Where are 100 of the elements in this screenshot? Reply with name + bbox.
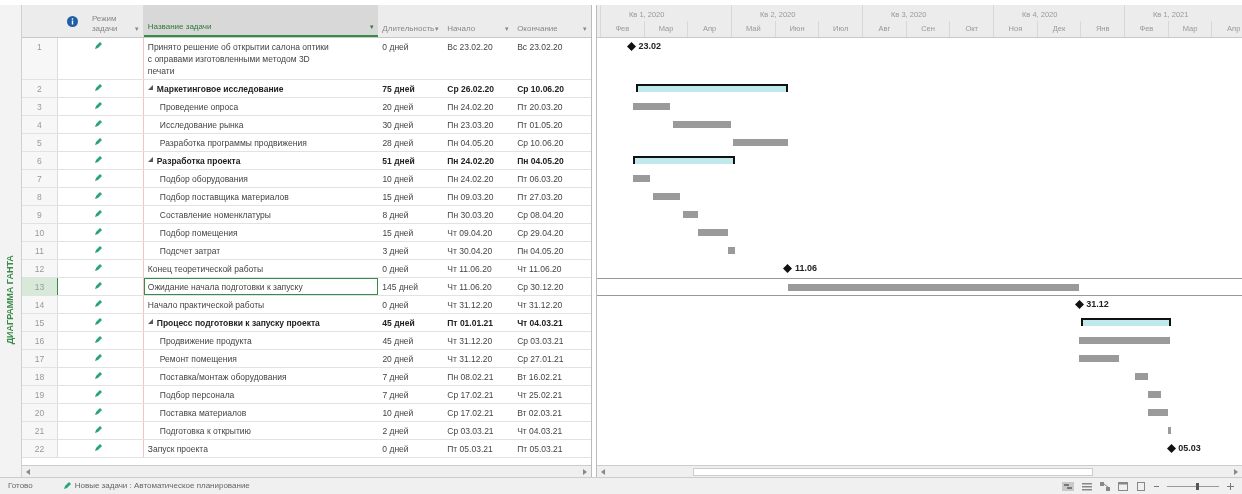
task-bar[interactable] bbox=[1168, 427, 1172, 434]
zoom-in-icon[interactable] bbox=[1227, 481, 1234, 491]
task-row[interactable]: 7 Подбор оборудования 10 дней Пн 24.02.20 Пт 06.03.20 bbox=[22, 170, 591, 188]
finish-cell-text: Ср 29.04.20 bbox=[516, 227, 565, 240]
task-name[interactable]: Разработка программы продвижения bbox=[159, 137, 307, 149]
task-name[interactable]: Подготовка к открытию bbox=[159, 425, 251, 437]
task-row[interactable]: 19 Подбор персонала 7 дней Ср 17.02.21 Чт 25.02.21 bbox=[22, 386, 591, 404]
summary-bar[interactable] bbox=[635, 84, 788, 92]
duration-cell-text: 45 дней bbox=[381, 335, 415, 348]
duration-cell-text: 20 дней bbox=[381, 101, 415, 114]
summary-bar[interactable] bbox=[1080, 318, 1172, 326]
task-row[interactable]: 5 Разработка программы продвижения 28 дней Пн 04.05.20 Ср 10.06.20 bbox=[22, 134, 591, 152]
task-name[interactable]: Процесс подготовки к запуску проекта bbox=[156, 317, 320, 329]
zoom-slider-thumb[interactable] bbox=[1196, 482, 1200, 490]
task-row[interactable]: 3 Проведение опроса 20 дней Пн 24.02.20 Пт 20.03.20 bbox=[22, 98, 591, 116]
task-bar[interactable] bbox=[633, 175, 651, 182]
task-bar[interactable] bbox=[1135, 373, 1149, 380]
task-row[interactable]: 22 Запуск проекта 0 дней Пт 05.03.21 Пт 05.03.21 bbox=[22, 440, 591, 458]
task-row[interactable]: 2 Маркетинговое исследование 75 дней Ср 26.02.20 Ср 10.06.20 bbox=[22, 80, 591, 98]
task-name[interactable]: Ремонт помещения bbox=[159, 353, 237, 365]
task-name[interactable]: Разработка проекта bbox=[156, 155, 241, 167]
task-name[interactable]: Запуск проекта bbox=[147, 443, 208, 455]
milestone-icon[interactable] bbox=[627, 42, 637, 51]
pencil-icon bbox=[93, 192, 102, 200]
task-name[interactable]: Подбор помещения bbox=[159, 227, 238, 239]
milestone-icon[interactable] bbox=[1166, 444, 1176, 453]
task-bar[interactable] bbox=[1079, 355, 1120, 362]
horizontal-scrollbar[interactable] bbox=[22, 465, 591, 477]
start-cell-text: Пт 01.01.21 bbox=[446, 317, 494, 330]
task-usage-icon[interactable] bbox=[1082, 481, 1092, 491]
duration-cell-text: 15 дней bbox=[381, 227, 415, 240]
task-row[interactable]: 1 Принято решение об открытии салона оптики с оправами изготовленными методом 3D печати 0 дней Вс 23.02.20 Вс 23.02.20 bbox=[22, 38, 591, 80]
pencil-icon bbox=[93, 390, 102, 398]
task-row[interactable]: 13 Ожидание начала подготовки к запуску 145 дней Чт 11.06.20 Ср 30.12.20 bbox=[22, 278, 591, 296]
view-tab-label[interactable]: ДИАГРАММА ГАНТА bbox=[4, 255, 18, 345]
finish-cell-text: Ср 10.06.20 bbox=[516, 83, 565, 96]
task-bar[interactable] bbox=[727, 247, 735, 254]
task-row[interactable]: 12 Конец теоретической работы 0 дней Чт 11.06.20 Чт 11.06.20 bbox=[22, 260, 591, 278]
task-row[interactable]: 20 Поставка материалов 10 дней Ср 17.02.21 Вт 02.03.21 bbox=[22, 404, 591, 422]
task-bar[interactable] bbox=[633, 103, 671, 110]
finish-cell-text: Вс 23.02.20 bbox=[516, 41, 564, 54]
task-bar[interactable] bbox=[1148, 409, 1169, 416]
pencil-icon bbox=[93, 102, 102, 110]
task-bar[interactable] bbox=[697, 229, 728, 236]
task-bar[interactable] bbox=[1148, 391, 1162, 398]
task-row[interactable]: 11 Подсчет затрат 3 дней Чт 30.04.20 Пн 04.05.20 bbox=[22, 242, 591, 260]
right-arrow-icon[interactable] bbox=[1234, 468, 1238, 475]
task-name[interactable]: Принято решение об открытии салона оптики с оправами изготовленными методом 3D печати bbox=[147, 41, 333, 77]
task-name[interactable]: Маркетинговое исследование bbox=[156, 83, 284, 95]
finish-cell-text: Ср 30.12.20 bbox=[516, 281, 565, 294]
task-row[interactable]: 9 Составление номенклатуры 8 дней Пн 30.03.20 Ср 08.04.20 bbox=[22, 206, 591, 224]
task-name[interactable]: Начало практической работы bbox=[147, 299, 265, 311]
task-name[interactable]: Подбор поставщика материалов bbox=[159, 191, 289, 203]
task-row[interactable]: 15 Процесс подготовки к запуску проекта 45 дней Пт 01.01.21 Чт 04.03.21 bbox=[22, 314, 591, 332]
duration-cell-text: 10 дней bbox=[381, 407, 415, 420]
task-row[interactable]: 8 Подбор поставщика материалов 15 дней Пн 09.03.20 Пт 27.03.20 bbox=[22, 188, 591, 206]
task-name[interactable]: Подбор оборудования bbox=[159, 173, 248, 185]
milestone-icon[interactable] bbox=[1074, 300, 1084, 309]
task-row[interactable]: 10 Подбор помещения 15 дней Чт 09.04.20 Ср 29.04.20 bbox=[22, 224, 591, 242]
task-row[interactable]: 21 Подготовка к открытию 2 дней Ср 03.03.21 Чт 04.03.21 bbox=[22, 422, 591, 440]
task-name[interactable]: Подбор персонала bbox=[159, 389, 235, 401]
task-name[interactable]: Поставка материалов bbox=[159, 407, 247, 419]
pencil-icon bbox=[93, 228, 102, 236]
task-bar[interactable] bbox=[653, 193, 681, 200]
task-name[interactable]: Составление номенклатуры bbox=[159, 209, 271, 221]
caret-icon[interactable] bbox=[147, 85, 153, 90]
task-name[interactable]: Ожидание начала подготовки к запуску bbox=[147, 281, 303, 293]
right-arrow-icon[interactable] bbox=[583, 468, 587, 475]
task-name[interactable]: Конец теоретической работы bbox=[147, 263, 264, 275]
task-row[interactable]: 14 Начало практической работы 0 дней Чт 31.12.20 Чт 31.12.20 bbox=[22, 296, 591, 314]
pencil-icon bbox=[93, 354, 102, 362]
gantt-view-icon[interactable] bbox=[1062, 481, 1074, 491]
duration-cell-text: 0 дней bbox=[381, 41, 410, 54]
task-row[interactable]: 16 Продвижение продукта 45 дней Чт 31.12.20 Ср 03.03.21 bbox=[22, 332, 591, 350]
milestone-icon[interactable] bbox=[783, 264, 793, 273]
task-name[interactable]: Подсчет затрат bbox=[159, 245, 221, 257]
left-arrow-icon[interactable] bbox=[26, 468, 30, 475]
calendar-view-icon[interactable] bbox=[1118, 481, 1128, 491]
network-view-icon[interactable] bbox=[1100, 481, 1110, 491]
pencil-icon bbox=[93, 156, 102, 164]
task-row[interactable]: 4 Исследование рынка 30 дней Пн 23.03.20 Пт 01.05.20 bbox=[22, 116, 591, 134]
task-name[interactable]: Проведение опроса bbox=[159, 101, 239, 113]
finish-cell-text: Пт 06.03.20 bbox=[516, 173, 564, 186]
left-arrow-icon[interactable] bbox=[601, 468, 605, 475]
task-row[interactable]: 6 Разработка проекта 51 дней Пн 24.02.20 Пн 04.05.20 bbox=[22, 152, 591, 170]
horizontal-scrollbar[interactable] bbox=[597, 465, 1242, 477]
task-name[interactable]: Продвижение продукта bbox=[159, 335, 252, 347]
finish-cell-text: Пн 04.05.20 bbox=[516, 245, 565, 258]
summary-bar[interactable] bbox=[633, 156, 735, 164]
milestone-date: 05.03 bbox=[1178, 442, 1201, 455]
task-row[interactable]: 18 Поставка/монтаж оборудования 7 дней Пн 08.02.21 Вт 16.02.21 bbox=[22, 368, 591, 386]
task-name[interactable]: Поставка/монтаж оборудования bbox=[159, 371, 287, 383]
task-row[interactable]: 17 Ремонт помещения 20 дней Чт 31.12.20 Ср 27.01.21 bbox=[22, 350, 591, 368]
report-view-icon[interactable] bbox=[1136, 481, 1146, 491]
pencil-icon bbox=[93, 426, 102, 434]
task-name[interactable]: Исследование рынка bbox=[159, 119, 244, 131]
caret-icon[interactable] bbox=[147, 157, 153, 162]
start-cell-text: Пн 08.02.21 bbox=[446, 371, 495, 384]
caret-icon[interactable] bbox=[147, 319, 153, 324]
new-tasks-mode[interactable]: Новые задачи : Автоматическое планирование bbox=[62, 480, 250, 492]
